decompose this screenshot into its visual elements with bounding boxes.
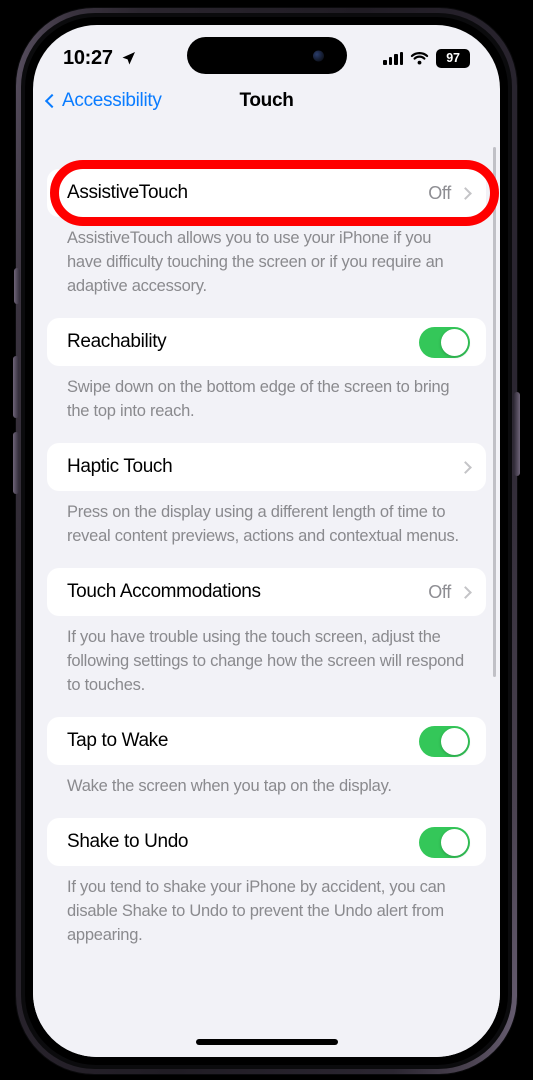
reachability-toggle[interactable] <box>419 326 470 358</box>
settings-group-haptic-touch: Haptic Touch Press on the display using … <box>47 443 486 568</box>
toggle-knob <box>441 328 468 356</box>
toggle-knob <box>441 727 468 755</box>
volume-up-button[interactable] <box>13 356 19 418</box>
navigation-bar: Accessibility Touch <box>33 79 500 123</box>
row-reachability[interactable]: Reachability <box>47 318 486 366</box>
status-bar-left: 10:27 <box>63 47 137 70</box>
row-footer: Wake the screen when you tap on the disp… <box>67 777 392 795</box>
status-bar-time: 10:27 <box>63 46 113 69</box>
power-button[interactable] <box>514 392 520 476</box>
row-tap-to-wake[interactable]: Tap to Wake <box>47 717 486 765</box>
row-touch-accommodations[interactable]: Touch Accommodations Off <box>47 568 486 616</box>
battery-percent-label: 97 <box>446 51 460 65</box>
row-value: Off <box>428 182 451 203</box>
scrollbar[interactable] <box>492 147 496 677</box>
settings-group-assistivetouch: AssistiveTouch Off AssistiveTouch allows… <box>47 160 499 318</box>
wifi-icon <box>410 52 429 65</box>
row-label: Haptic Touch <box>67 456 173 477</box>
settings-group-reachability: Reachability Swipe down on the bottom ed… <box>47 318 486 443</box>
row-haptic-touch[interactable]: Haptic Touch <box>47 443 486 491</box>
battery-indicator: 97 <box>436 48 470 68</box>
row-value: Off <box>428 581 451 602</box>
location-arrow-icon <box>122 51 135 64</box>
settings-group-tap-to-wake: Tap to Wake Wake the screen when you tap… <box>47 717 486 818</box>
chevron-left-icon <box>44 93 60 109</box>
row-footer: If you tend to shake your iPhone by acci… <box>67 878 446 944</box>
row-label: Reachability <box>67 331 167 352</box>
row-accessory: Off <box>428 581 472 603</box>
row-accessory: Off <box>428 182 472 204</box>
settings-group-touch-accommodations: Touch Accommodations Off If you have tro… <box>47 568 486 717</box>
chevron-right-icon <box>459 585 472 599</box>
row-shake-to-undo[interactable]: Shake to Undo <box>47 818 486 866</box>
row-label: Touch Accommodations <box>67 581 261 602</box>
row-label: AssistiveTouch <box>67 182 188 203</box>
settings-group-shake-to-undo: Shake to Undo If you tend to shake your … <box>47 818 486 967</box>
row-assistivetouch[interactable]: AssistiveTouch Off <box>47 160 499 226</box>
phone-screen: 10:27 97 Accessibility Touch AssistiveTo… <box>33 25 500 1057</box>
tap-to-wake-toggle[interactable] <box>419 725 470 757</box>
cellular-signal-icon <box>383 51 403 65</box>
shake-to-undo-toggle[interactable] <box>419 826 470 858</box>
volume-down-button[interactable] <box>13 432 19 494</box>
dynamic-island[interactable] <box>186 37 347 74</box>
chevron-right-icon <box>459 460 472 474</box>
row-footer: AssistiveTouch allows you to use your iP… <box>67 229 444 295</box>
toggle-knob <box>441 828 468 856</box>
row-label: Shake to Undo <box>67 831 189 852</box>
row-footer: Press on the display using a different l… <box>67 503 459 545</box>
screenshot-stage: 10:27 97 Accessibility Touch AssistiveTo… <box>0 0 533 1080</box>
status-bar-right: 97 <box>383 48 470 68</box>
settings-list[interactable]: AssistiveTouch Off AssistiveTouch allows… <box>33 125 500 1057</box>
row-footer: Swipe down on the bottom edge of the scr… <box>67 378 450 420</box>
front-camera-icon <box>312 50 324 61</box>
row-footer: If you have trouble using the touch scre… <box>67 628 464 694</box>
row-label: Tap to Wake <box>67 730 169 751</box>
silent-switch-button[interactable] <box>14 268 20 304</box>
back-button-label: Accessibility <box>62 90 162 111</box>
back-button[interactable]: Accessibility <box>44 90 162 112</box>
home-indicator[interactable] <box>195 1039 338 1045</box>
chevron-right-icon <box>459 186 472 200</box>
row-accessory <box>459 460 472 474</box>
